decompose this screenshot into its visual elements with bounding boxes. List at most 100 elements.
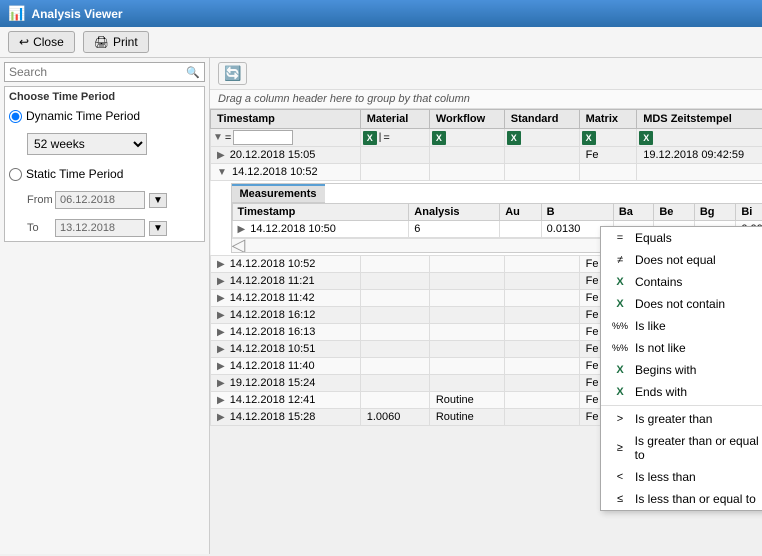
col-timestamp: Timestamp	[211, 110, 361, 129]
is-like-label: Is like	[635, 319, 666, 333]
static-time-period-radio[interactable]: Static Time Period	[9, 167, 200, 181]
col-material: Material	[360, 110, 429, 129]
filter-item-begins-with[interactable]: X Begins with	[601, 359, 762, 381]
filter-item-not-equals[interactable]: ≠ Does not equal	[601, 249, 762, 271]
drag-hint: Drag a column header here to group by th…	[210, 90, 762, 109]
filter-item-greater-equal[interactable]: ≥ Is greater than or equal to	[601, 430, 762, 466]
less-equal-label: Is less than or equal to	[635, 492, 756, 506]
excel-icon-matrix: X	[582, 131, 596, 145]
less-than-symbol: <	[611, 471, 629, 483]
print-label: Print	[113, 35, 138, 49]
filter-item-not-contains[interactable]: X Does not contain	[601, 293, 762, 315]
dynamic-time-period-radio[interactable]: Dynamic Time Period	[9, 109, 200, 123]
refresh-button[interactable]: 🔄	[218, 62, 247, 85]
row-expand[interactable]: ▶	[217, 412, 225, 423]
row-expand[interactable]: ▶	[217, 361, 225, 372]
row-expand[interactable]: ▶	[217, 150, 225, 161]
measurements-tab[interactable]: Measurements	[232, 184, 325, 203]
filter-dropdown: = Equals ≠ Does not equal X Contains X D…	[600, 226, 762, 511]
print-icon: 🖨	[94, 35, 109, 49]
filter-icon-timestamp: ▼	[213, 132, 223, 143]
close-label: Close	[33, 35, 64, 49]
dynamic-label: Dynamic Time Period	[26, 109, 140, 123]
excel-icon-workflow: X	[432, 131, 446, 145]
greater-equal-symbol: ≥	[611, 442, 629, 454]
col-matrix: Matrix	[579, 110, 637, 129]
excel-icon-standard: X	[507, 131, 521, 145]
not-equals-label: Does not equal	[635, 253, 716, 267]
inner-col-bg: Bg	[694, 204, 735, 221]
inner-col-au: Au	[500, 204, 541, 221]
filter-item-less-than[interactable]: < Is less than	[601, 466, 762, 488]
not-like-label: Is not like	[635, 341, 686, 355]
begins-with-label: Begins with	[635, 363, 696, 377]
contains-icon: X	[611, 276, 629, 288]
weeks-dropdown[interactable]: 52 weeks	[27, 133, 147, 155]
greater-than-label: Is greater than	[635, 412, 712, 426]
to-calendar-button[interactable]: ▼	[149, 221, 167, 236]
right-panel: 🔄 Drag a column header here to group by …	[210, 58, 762, 554]
search-icon: 🔍	[186, 66, 200, 79]
row-expand[interactable]: ▶	[217, 259, 225, 270]
static-label: Static Time Period	[26, 167, 123, 181]
filter-item-ends-with[interactable]: X Ends with	[601, 381, 762, 403]
search-input[interactable]	[9, 65, 186, 79]
filter-input-timestamp[interactable]	[233, 130, 293, 145]
row-expand[interactable]: ▼	[217, 167, 227, 178]
not-like-symbol: %%	[611, 343, 629, 353]
less-equal-symbol: ≤	[611, 493, 629, 505]
not-contains-label: Does not contain	[635, 297, 725, 311]
row-expand[interactable]: ▶	[217, 344, 225, 355]
filter-item-less-equal[interactable]: ≤ Is less than or equal to	[601, 488, 762, 510]
begins-with-icon: X	[611, 364, 629, 376]
title-bar: 📊 Analysis Viewer	[0, 0, 762, 27]
greater-than-symbol: >	[611, 413, 629, 425]
filter-item-equals[interactable]: = Equals	[601, 227, 762, 249]
ends-with-icon: X	[611, 386, 629, 398]
filter-item-greater-than[interactable]: > Is greater than	[601, 408, 762, 430]
title-bar-text: Analysis Viewer	[31, 7, 122, 21]
not-contains-icon: X	[611, 298, 629, 310]
inner-col-bi: Bi	[736, 204, 762, 221]
print-button[interactable]: 🖨 Print	[83, 31, 149, 53]
time-period-box: Choose Time Period Dynamic Time Period 5…	[4, 86, 205, 242]
col-mds: MDS Zeitstempel	[637, 110, 762, 129]
col-standard: Standard	[504, 110, 579, 129]
inner-col-b: B	[541, 204, 613, 221]
inner-col-be: Be	[654, 204, 695, 221]
refresh-bar: 🔄	[210, 58, 762, 90]
row-expand[interactable]: ▶	[217, 395, 225, 406]
inner-col-analysis: Analysis	[409, 204, 500, 221]
is-like-symbol: %%	[611, 321, 629, 331]
inner-col-timestamp: Timestamp	[232, 204, 409, 221]
toolbar: ↩ Close 🖨 Print	[0, 27, 762, 58]
equals-icon-material: =	[383, 132, 389, 144]
equals-icon-timestamp: =	[225, 132, 231, 144]
close-icon: ↩	[19, 35, 29, 49]
from-date-input[interactable]	[55, 191, 145, 209]
filter-item-not-like[interactable]: %% Is not like	[601, 337, 762, 359]
close-button[interactable]: ↩ Close	[8, 31, 75, 53]
inner-col-ba: Ba	[613, 204, 654, 221]
to-date-input[interactable]	[55, 219, 145, 237]
excel-icon-mds: X	[639, 131, 653, 145]
filter-bar-material: |	[379, 132, 382, 143]
time-period-title: Choose Time Period	[9, 91, 200, 103]
filter-item-is-like[interactable]: %% Is like	[601, 315, 762, 337]
inner-row-expand[interactable]: ▶	[238, 224, 246, 235]
less-than-label: Is less than	[635, 470, 696, 484]
row-expand[interactable]: ▶	[217, 310, 225, 321]
search-box: 🔍	[4, 62, 205, 82]
ends-with-label: Ends with	[635, 385, 687, 399]
filter-item-contains[interactable]: X Contains	[601, 271, 762, 293]
row-expand[interactable]: ▶	[217, 327, 225, 338]
row-expand[interactable]: ▶	[217, 293, 225, 304]
row-expand[interactable]: ▶	[217, 276, 225, 287]
row-expand[interactable]: ▶	[217, 378, 225, 389]
from-label: From	[27, 194, 51, 206]
from-calendar-button[interactable]: ▼	[149, 193, 167, 208]
title-bar-icon: 📊	[8, 5, 25, 22]
equals-label: Equals	[635, 231, 672, 245]
left-panel: 🔍 Choose Time Period Dynamic Time Period…	[0, 58, 210, 554]
contains-label: Contains	[635, 275, 682, 289]
